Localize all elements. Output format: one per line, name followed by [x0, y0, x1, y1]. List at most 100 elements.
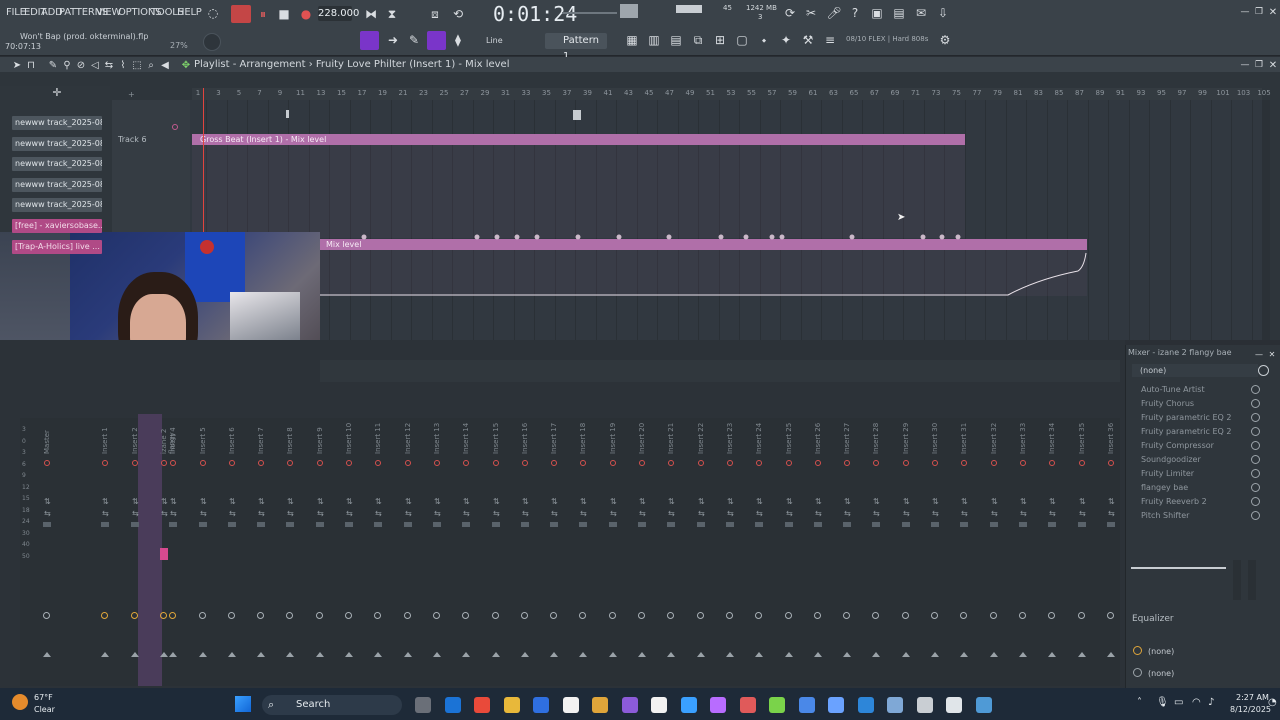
channel-route-arrow-icon[interactable] [667, 652, 675, 657]
channel-pan-knob[interactable] [727, 460, 733, 466]
channel-fader[interactable] [131, 522, 139, 527]
channel-fader[interactable] [228, 522, 236, 527]
channel-label[interactable]: Insert 17 [550, 422, 558, 454]
magnet-icon[interactable]: ⊓ [22, 57, 40, 73]
channel-route-arrow-icon[interactable] [160, 652, 168, 657]
track6-label[interactable]: Track 6 [118, 135, 147, 144]
channel-route-arrow-icon[interactable] [960, 652, 968, 657]
fx-mix-fader[interactable] [1233, 560, 1241, 600]
channel-send-knob[interactable] [286, 612, 293, 619]
channel-label[interactable]: Insert 26 [814, 422, 822, 454]
channel-route-arrow-icon[interactable] [990, 652, 998, 657]
channel-send-knob[interactable] [785, 612, 792, 619]
fx-slot[interactable]: Fruity Reeverb 2 [1133, 495, 1251, 508]
channel-route-icon[interactable]: ⇅ [991, 497, 998, 506]
master-pitch-knob[interactable] [620, 4, 638, 18]
channel-route-icon[interactable]: ⇅ [932, 497, 939, 506]
channel-stereo-icon[interactable]: ⇆ [522, 509, 529, 518]
channel-pan-knob[interactable] [405, 460, 411, 466]
chrome-icon[interactable] [503, 697, 520, 713]
channel-stereo-icon[interactable]: ⇆ [903, 509, 910, 518]
channel-pan-knob[interactable] [668, 460, 674, 466]
fx-slot[interactable]: Pitch Shifter [1133, 509, 1251, 522]
mixer-close-icon[interactable]: ✕ [1263, 346, 1280, 362]
steam-client-icon[interactable] [857, 697, 874, 713]
tray-battery-icon[interactable]: ▭ [1174, 697, 1183, 708]
channel-fader[interactable] [579, 522, 587, 527]
start-icon[interactable] [235, 696, 251, 712]
cut-icon[interactable]: ✂ [802, 5, 820, 21]
playlist-snap-icon[interactable]: ✥ [177, 57, 195, 73]
channel-route-icon[interactable]: ⇅ [698, 497, 705, 506]
fx-slot-enable[interactable] [1251, 399, 1260, 408]
channel-label[interactable]: Insert 20 [638, 422, 646, 454]
channel-label[interactable]: Insert 2 [131, 422, 139, 454]
browser-item[interactable]: [free] - xaviersobase... [12, 219, 102, 233]
channel-route-icon[interactable]: ⇅ [200, 497, 207, 506]
channel-route-arrow-icon[interactable] [550, 652, 558, 657]
channel-route-arrow-icon[interactable] [902, 652, 910, 657]
channel-label[interactable]: Insert 32 [990, 422, 998, 454]
channel-stereo-icon[interactable]: ⇆ [698, 509, 705, 518]
piano-roll-icon[interactable]: ▥ [645, 32, 663, 48]
fl-studio-icon[interactable] [592, 697, 608, 713]
stereo-separation-slider[interactable] [1131, 567, 1226, 569]
playlist-icon[interactable]: ▦ [623, 32, 641, 48]
plugin-picker-icon[interactable]: ▢ [733, 32, 751, 48]
channel-send-knob[interactable] [131, 612, 138, 619]
channel-fader[interactable] [345, 522, 353, 527]
record-icon[interactable]: ● [297, 6, 315, 22]
channel-fader[interactable] [726, 522, 734, 527]
settings-app-icon[interactable] [916, 697, 933, 713]
channel-label[interactable]: Insert 12 [404, 422, 412, 454]
channel-label[interactable]: Insert 21 [667, 422, 675, 454]
channel-route-icon[interactable]: ⇅ [610, 497, 617, 506]
notification-icon[interactable]: ◔ [1268, 697, 1277, 708]
menu-file[interactable]: FILE [6, 7, 26, 18]
channel-stereo-icon[interactable]: ⇆ [434, 509, 441, 518]
channel-label[interactable]: Insert 28 [872, 422, 880, 454]
channel-route-icon[interactable]: ⇅ [287, 497, 294, 506]
gross-beat-automation-clip[interactable]: Gross Beat (Insert 1) - Mix level [192, 134, 965, 145]
channel-label[interactable]: Insert 29 [902, 422, 910, 454]
channel-send-knob[interactable] [609, 612, 616, 619]
pause-icon[interactable]: ⏸ [254, 6, 272, 22]
pattern-selector[interactable]: Pattern 1 [545, 33, 607, 62]
channel-route-arrow-icon[interactable] [843, 652, 851, 657]
song-position[interactable]: 0:01:24 [493, 2, 577, 26]
channel-send-knob[interactable] [960, 612, 967, 619]
channel-route-icon[interactable]: ⇅ [317, 497, 324, 506]
channel-pan-knob[interactable] [522, 460, 528, 466]
xbox-icon[interactable] [828, 697, 844, 713]
channel-route-arrow-icon[interactable] [814, 652, 822, 657]
channel-fader[interactable] [169, 522, 177, 527]
channel-stereo-icon[interactable]: ⇆ [786, 509, 793, 518]
channel-fader[interactable] [1107, 522, 1115, 527]
channel-send-knob[interactable] [199, 612, 206, 619]
channel-label[interactable]: Insert 7 [257, 422, 265, 454]
channel-route-icon[interactable]: ⇅ [551, 497, 558, 506]
channel-route-icon[interactable]: ⇅ [580, 497, 587, 506]
channel-send-knob[interactable] [1107, 612, 1114, 619]
channel-pan-knob[interactable] [258, 460, 264, 466]
browser-icon[interactable]: ⊞ [711, 32, 729, 48]
channel-pan-knob[interactable] [1079, 460, 1085, 466]
steam-icon[interactable] [680, 697, 697, 713]
fx-slot-enable[interactable] [1251, 455, 1260, 464]
gross-beat-clip-body[interactable] [192, 145, 965, 238]
fx-slot[interactable]: Fruity Limiter [1133, 467, 1251, 480]
channel-pan-knob[interactable] [815, 460, 821, 466]
channel-route-arrow-icon[interactable] [345, 652, 353, 657]
channel-send-knob[interactable] [43, 612, 50, 619]
channel-route-icon[interactable]: ⇅ [44, 497, 51, 506]
channel-stereo-icon[interactable]: ⇆ [815, 509, 822, 518]
channel-stereo-icon[interactable]: ⇆ [727, 509, 734, 518]
channel-route-arrow-icon[interactable] [404, 652, 412, 657]
channel-pan-knob[interactable] [1049, 460, 1055, 466]
channel-send-knob[interactable] [931, 612, 938, 619]
channel-route-arrow-icon[interactable] [579, 652, 587, 657]
channel-stereo-icon[interactable]: ⇆ [132, 509, 139, 518]
channel-stereo-icon[interactable]: ⇆ [346, 509, 353, 518]
channel-route-arrow-icon[interactable] [433, 652, 441, 657]
fx-slot[interactable]: Soundgoodizer [1133, 453, 1251, 466]
